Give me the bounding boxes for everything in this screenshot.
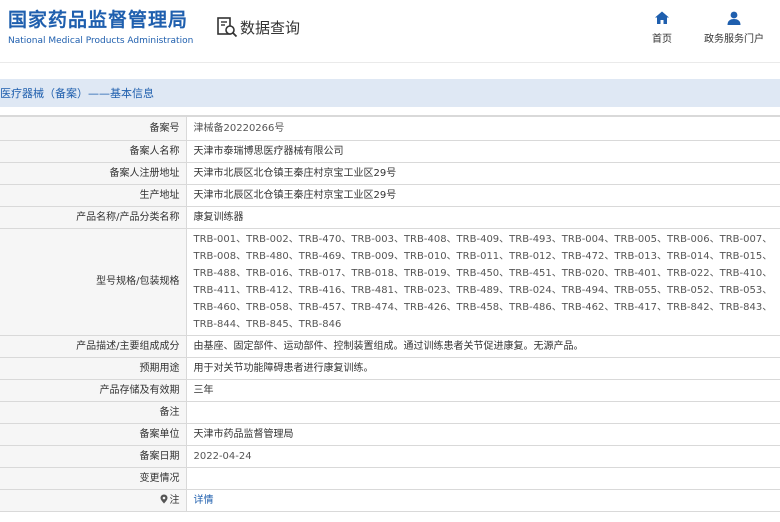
table-row: 型号规格/包装规格 TRB-001、TRB-002、TRB-470、TRB-00… [0, 228, 780, 336]
data-query-label: 数据查询 [240, 18, 301, 37]
row-label-note: 注 [0, 489, 187, 512]
note-value-cell: 详情 [185, 489, 780, 512]
table-row: 产品存储及有效期 三年 [0, 379, 780, 402]
breadcrumb-text: 医疗器械（备案）——基本信息 [0, 87, 154, 100]
user-icon [727, 11, 741, 25]
models-value: TRB-001、TRB-002、TRB-470、TRB-003、TRB-408、… [185, 228, 780, 336]
row-label-filer-address: 备案人注册地址 [0, 162, 187, 185]
nav-home-label: 首页 [652, 34, 672, 45]
table-row: 备案人注册地址 天津市北辰区北仓镇王秦庄村京宝工业区29号 [0, 162, 780, 185]
site-header: 国家药品监督管理局 National Medical Products Admi… [0, 0, 780, 62]
nav-gov-service-portal[interactable]: 政务服务门户 [704, 10, 764, 45]
intended-use-value: 用于对关节功能障碍患者进行康复训练。 [185, 357, 780, 380]
storage-validity-value: 三年 [185, 379, 780, 402]
row-label-filing-number: 备案号 [0, 116, 187, 141]
row-label-filing-date: 备案日期 [0, 445, 187, 468]
data-query-link[interactable]: 数据查询 [216, 15, 300, 39]
filer-name-value: 天津市泰瑞博思医疗器械有限公司 [185, 140, 780, 163]
table-row: 生产地址 天津市北辰区北仓镇王秦庄村京宝工业区29号 [0, 184, 780, 207]
nav-gov-label: 政务服务门户 [704, 34, 764, 45]
details-link[interactable]: 详情 [194, 495, 214, 506]
filing-date-value: 2022-04-24 [185, 445, 780, 468]
breadcrumb: 医疗器械（备案）——基本信息 [0, 79, 780, 107]
table-row: 备注 [0, 401, 780, 424]
description-value: 由基座、固定部件、运动部件、控制装置组成。通过训练患者关节促进康复。无源产品。 [185, 335, 780, 358]
table-row: 产品描述/主要组成成分 由基座、固定部件、运动部件、控制装置组成。通过训练患者关… [0, 335, 780, 358]
table-row: 备案单位 天津市药品监督管理局 [0, 423, 780, 446]
record-detail-table: 备案号 津械备20220266号 备案人名称 天津市泰瑞博思医疗器械有限公司 备… [0, 115, 780, 512]
remarks-value [185, 401, 780, 424]
nav-home[interactable]: 首页 [652, 10, 672, 45]
row-label-change-status: 变更情况 [0, 467, 187, 490]
row-label-remarks: 备注 [0, 401, 187, 424]
row-label-models: 型号规格/包装规格 [0, 228, 187, 336]
table-row: 预期用途 用于对关节功能障碍患者进行康复训练。 [0, 357, 780, 380]
row-label-production-address: 生产地址 [0, 184, 187, 207]
filing-unit-value: 天津市药品监督管理局 [185, 423, 780, 446]
change-status-value [185, 467, 780, 490]
filing-number-value: 津械备20220266号 [185, 116, 780, 141]
table-row: 备案号 津械备20220266号 [0, 116, 780, 141]
row-label-storage-validity: 产品存储及有效期 [0, 379, 187, 402]
site-logo[interactable]: 国家药品监督管理局 National Medical Products Admi… [8, 9, 193, 47]
filer-address-value: 天津市北辰区北仓镇王秦庄村京宝工业区29号 [185, 162, 780, 185]
table-row: 备案日期 2022-04-24 [0, 445, 780, 468]
document-search-icon [217, 17, 238, 38]
pin-icon [160, 494, 167, 503]
row-label-filer-name: 备案人名称 [0, 140, 187, 163]
table-row: 产品名称/产品分类名称 康复训练器 [0, 206, 780, 229]
home-icon [655, 11, 669, 24]
logo-english-name: National Medical Products Administration [8, 36, 194, 46]
production-address-value: 天津市北辰区北仓镇王秦庄村京宝工业区29号 [185, 184, 780, 207]
logo-chinese-name: 国家药品监督管理局 [8, 9, 189, 31]
table-row: 变更情况 [0, 467, 780, 490]
row-label-description: 产品描述/主要组成成分 [0, 335, 187, 358]
row-label-intended-use: 预期用途 [0, 357, 187, 380]
row-label-filing-unit: 备案单位 [0, 423, 187, 446]
table-row: 备案人名称 天津市泰瑞博思医疗器械有限公司 [0, 140, 780, 163]
product-name-value: 康复训练器 [185, 206, 780, 229]
header-divider [0, 62, 780, 78]
table-row: 注 详情 [0, 489, 780, 512]
note-label-text: 注 [169, 494, 180, 506]
row-label-product-name: 产品名称/产品分类名称 [0, 206, 187, 229]
